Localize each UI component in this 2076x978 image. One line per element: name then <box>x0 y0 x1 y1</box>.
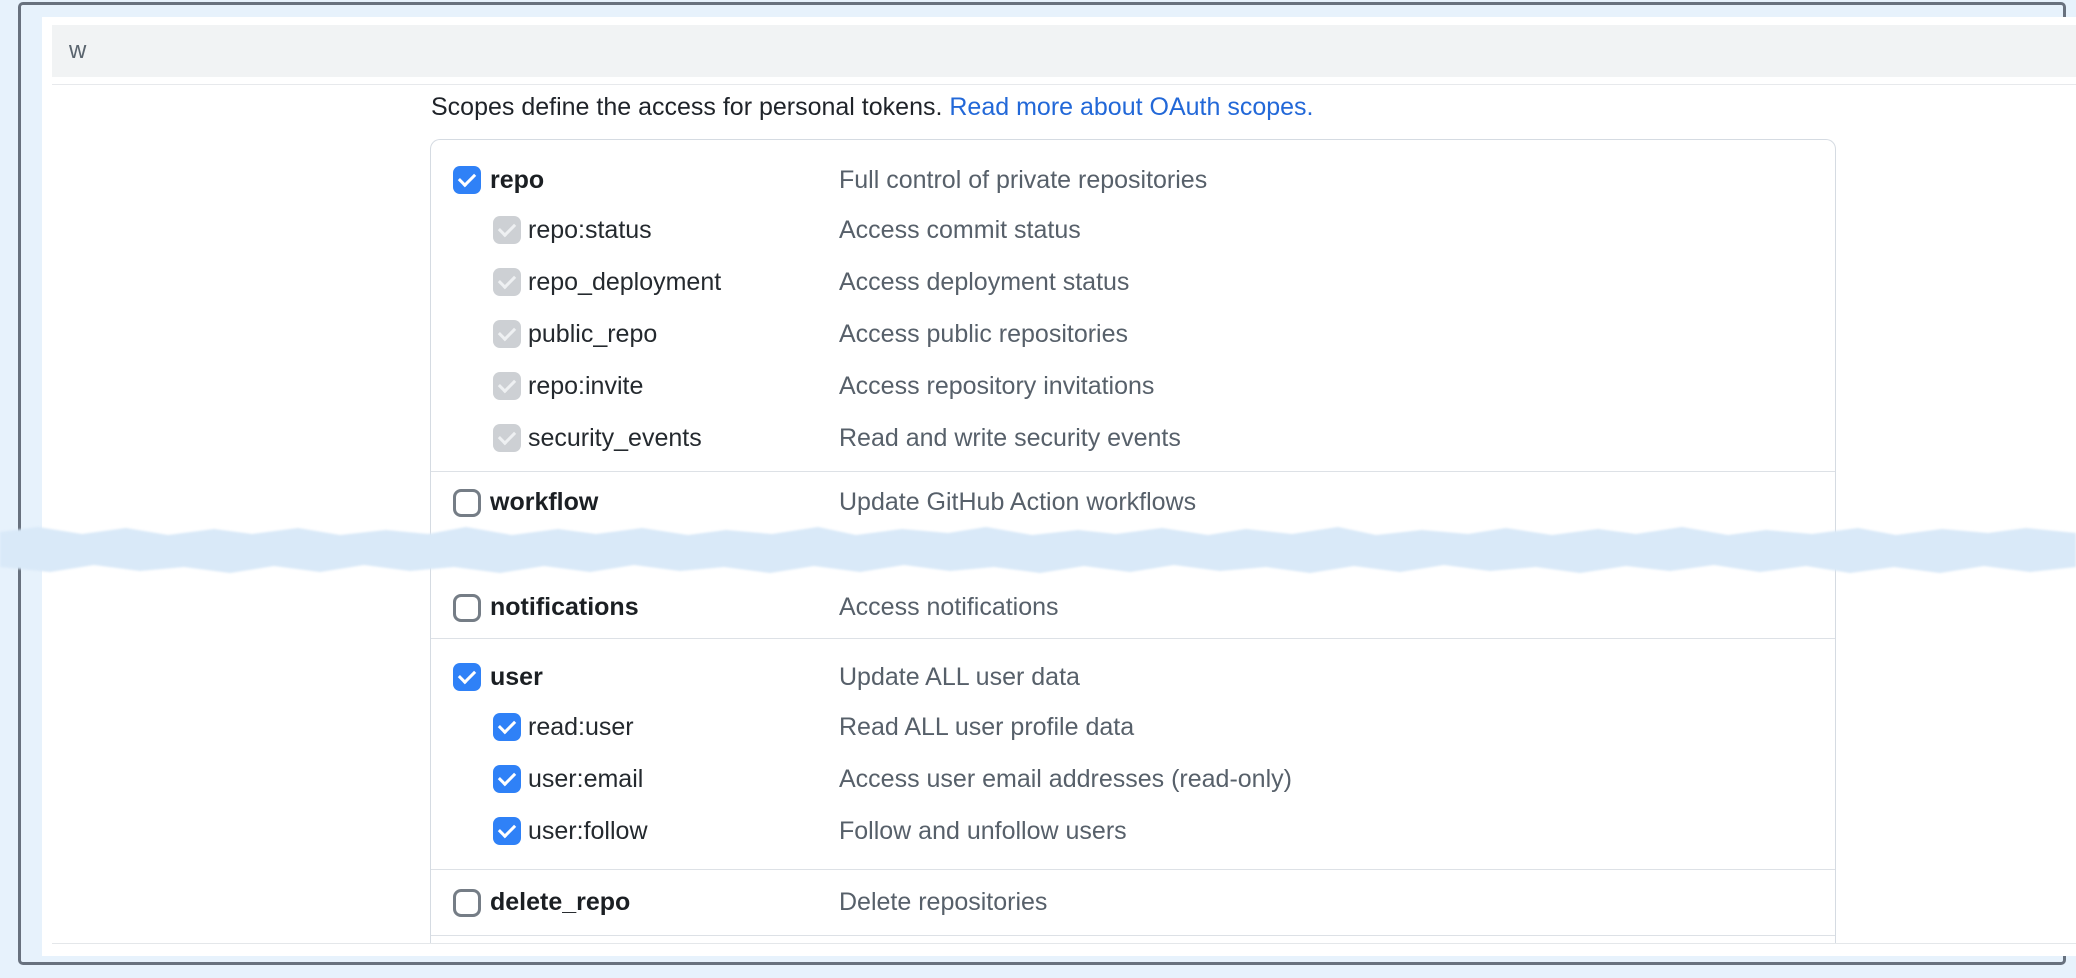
scope-row-repo-status: repo:status Access commit status <box>431 204 1835 256</box>
scope-desc-repo: Full control of private repositories <box>839 166 1207 195</box>
scope-row-public-repo: public_repo Access public repositories <box>431 308 1835 360</box>
scope-row-repo-invite: repo:invite Access repository invitation… <box>431 360 1835 412</box>
checkbox-repo-invite <box>493 372 521 400</box>
scope-desc-repo-invite: Access repository invitations <box>839 372 1154 401</box>
scope-label-read-user[interactable]: read:user <box>528 713 634 742</box>
checkbox-notifications[interactable] <box>453 594 481 622</box>
partial-input-bar[interactable]: w <box>52 25 2076 77</box>
scope-desc-public-repo: Access public repositories <box>839 320 1128 349</box>
checkbox-repo[interactable] <box>453 166 481 194</box>
scope-desc-repo-status: Access commit status <box>839 216 1081 245</box>
checkbox-security-events <box>493 424 521 452</box>
oauth-scopes-link[interactable]: Read more about OAuth scopes. <box>949 93 1313 121</box>
scope-group-repo: repo Full control of private repositorie… <box>431 140 1835 471</box>
page-bottom-divider <box>52 943 2076 944</box>
scope-label-user-follow[interactable]: user:follow <box>528 817 648 846</box>
scope-row-read-user: read:user Read ALL user profile data <box>431 701 1835 753</box>
scope-row-user-email: user:email Access user email addresses (… <box>431 753 1835 805</box>
scope-label-user[interactable]: user <box>490 663 543 692</box>
scope-label-delete-repo[interactable]: delete_repo <box>490 888 630 917</box>
scope-row-security-events: security_events Read and write security … <box>431 412 1835 464</box>
page-content: w Scopes define the access for personal … <box>42 17 2076 956</box>
scope-desc-repo-deployment: Access deployment status <box>839 268 1129 297</box>
scope-desc-user-follow: Follow and unfollow users <box>839 817 1127 846</box>
scope-row-repo-deployment: repo_deployment Access deployment status <box>431 256 1835 308</box>
checkbox-read-user[interactable] <box>493 713 521 741</box>
checkbox-user-email[interactable] <box>493 765 521 793</box>
checkbox-user[interactable] <box>453 663 481 691</box>
checkbox-repo-deployment <box>493 268 521 296</box>
scope-row-workflow: workflow Update GitHub Action workflows <box>431 471 1835 533</box>
scope-desc-notifications: Access notifications <box>839 593 1059 622</box>
scope-label-notifications[interactable]: notifications <box>490 593 639 622</box>
scope-label-repo-status: repo:status <box>528 216 652 245</box>
header-divider <box>52 84 2076 85</box>
scope-label-repo-invite: repo:invite <box>528 372 643 401</box>
checkbox-repo-status <box>493 216 521 244</box>
partial-input-text: w <box>69 37 86 64</box>
intro-sentence: Scopes define the access for personal to… <box>431 93 942 121</box>
scope-group-user: user Update ALL user data read:user Read… <box>431 638 1835 869</box>
checkbox-public-repo <box>493 320 521 348</box>
scope-desc-user-email: Access user email addresses (read-only) <box>839 765 1292 794</box>
scope-row-repo: repo Full control of private repositorie… <box>431 156 1835 204</box>
scope-label-security-events: security_events <box>528 424 702 453</box>
screenshot-window-frame: w Scopes define the access for personal … <box>18 2 2066 965</box>
scopes-list: repo Full control of private repositorie… <box>430 139 1836 943</box>
scope-label-user-email[interactable]: user:email <box>528 765 643 794</box>
checkbox-workflow[interactable] <box>453 489 481 517</box>
scope-desc-user: Update ALL user data <box>839 663 1080 692</box>
scope-desc-workflow: Update GitHub Action workflows <box>839 488 1196 517</box>
scope-label-public-repo: public_repo <box>528 320 657 349</box>
scope-label-repo-deployment: repo_deployment <box>528 268 721 297</box>
scope-desc-security-events: Read and write security events <box>839 424 1181 453</box>
next-row-cut-off <box>431 935 1835 943</box>
scope-row-user-follow: user:follow Follow and unfollow users <box>431 805 1835 857</box>
scopes-intro-text: Scopes define the access for personal to… <box>431 91 1313 123</box>
checkbox-user-follow[interactable] <box>493 817 521 845</box>
scope-row-delete-repo: delete_repo Delete repositories <box>431 869 1835 935</box>
scope-label-repo[interactable]: repo <box>490 166 544 195</box>
scope-row-user: user Update ALL user data <box>431 653 1835 701</box>
scope-label-workflow[interactable]: workflow <box>490 488 598 517</box>
checkbox-delete-repo[interactable] <box>453 889 481 917</box>
scope-row-notifications: notifications Access notifications <box>431 577 1835 638</box>
stitch-gap <box>431 533 1835 577</box>
scope-desc-delete-repo: Delete repositories <box>839 888 1047 917</box>
scope-desc-read-user: Read ALL user profile data <box>839 713 1134 742</box>
